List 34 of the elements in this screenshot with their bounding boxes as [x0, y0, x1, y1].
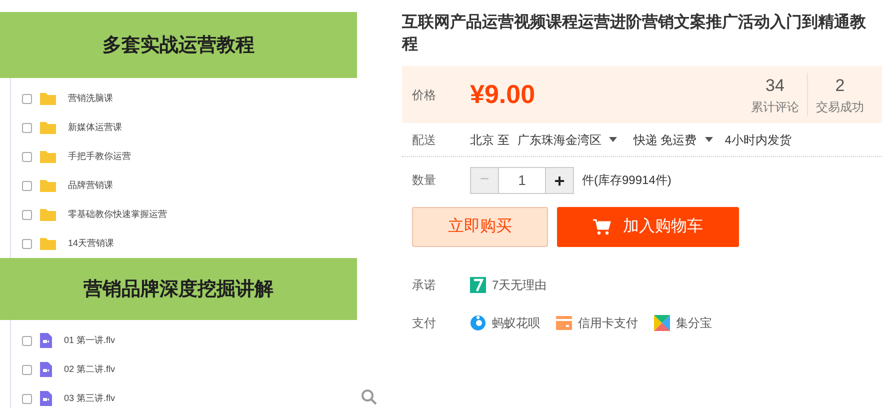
delivery-time: 4小时内发货 [724, 132, 792, 148]
stat-label: 累计评论 [751, 99, 799, 116]
quantity-stepper[interactable]: − 1 + [470, 166, 574, 194]
file-name: 01 第一讲.flv [64, 334, 116, 347]
file-name: 03 第三讲.flv [64, 392, 116, 405]
price-value: ¥9.00 [470, 78, 536, 111]
file-name: 品牌营销课 [68, 178, 113, 192]
payment-method: 集分宝 [676, 315, 712, 332]
payment-method: 蚂蚁花呗 [492, 315, 540, 332]
file-name: 14天营销课 [68, 236, 114, 250]
payment-method: 信用卡支付 [578, 315, 638, 332]
delivery-from: 北京 至 [470, 132, 510, 148]
section-title: 多套实战运营教程 [102, 32, 254, 58]
file-name: 新媒体运营课 [68, 120, 122, 134]
file-name: 零基础教你快速掌握运营 [68, 208, 167, 221]
stat-value: 34 [766, 74, 784, 97]
price-label: 价格 [412, 86, 437, 104]
quantity-label: 数量 [412, 172, 437, 189]
promise-label: 承诺 [412, 277, 437, 294]
shipping-dropdown[interactable]: 快递 免运费 [633, 130, 713, 148]
stock-text: 件(库存99914件) [582, 172, 672, 189]
region-dropdown[interactable]: 广东珠海金湾区 [517, 130, 618, 148]
file-name: 手把手教你运营 [68, 150, 131, 163]
stat-value: 2 [835, 74, 845, 97]
promise-text: 7天无理由 [492, 277, 547, 294]
payment-label: 支付 [412, 315, 437, 332]
increase-button[interactable]: + [546, 168, 573, 192]
file-name: 02 第二讲.flv [64, 362, 116, 376]
file-name: 营销洗脑课 [68, 92, 113, 105]
delivery-label: 配送 [412, 132, 437, 148]
product-title: 互联网产品运营视频课程运营进阶营销文案推广活动入门到精通教程 [402, 12, 867, 55]
quantity-field[interactable]: 1 [498, 168, 546, 192]
section-title: 营销品牌深度挖掘讲解 [84, 276, 274, 302]
stat-label: 交易成功 [816, 99, 864, 116]
